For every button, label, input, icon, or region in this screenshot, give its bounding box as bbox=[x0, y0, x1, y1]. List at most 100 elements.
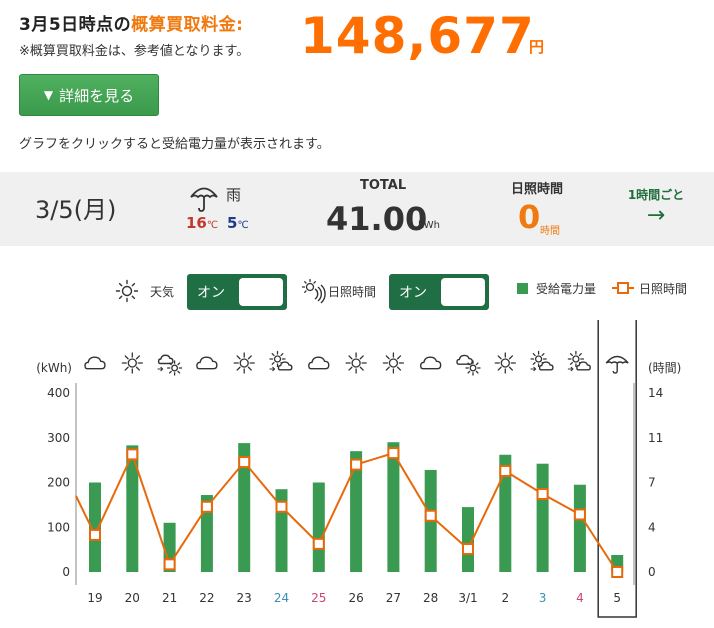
sunshine-toggle[interactable]: オン bbox=[389, 274, 489, 310]
umbrella-icon bbox=[605, 355, 629, 374]
temp-low-value: 5 bbox=[227, 214, 238, 232]
cloud-icon bbox=[419, 356, 442, 370]
title-prefix: 3月5日時点の bbox=[19, 15, 132, 35]
left-axis-label: (kWh) bbox=[36, 361, 72, 375]
left-tick-label: 300 bbox=[47, 431, 70, 445]
cloud-icon bbox=[196, 356, 218, 370]
weather-label: 雨 bbox=[226, 186, 242, 204]
view-details-button[interactable]: ▼ 詳細を見る bbox=[19, 74, 159, 116]
power-bar[interactable] bbox=[312, 482, 325, 573]
left-tick-label: 400 bbox=[47, 386, 70, 400]
legend-bar-label: 受給電力量 bbox=[536, 282, 597, 296]
legend-bar-swatch bbox=[517, 283, 528, 294]
arrow-right-icon: → bbox=[646, 203, 666, 228]
sunshine-duration-icon bbox=[301, 278, 326, 304]
temp-high-value: 16 bbox=[186, 214, 207, 232]
right-tick-label: 11 bbox=[648, 431, 663, 445]
sun-icon bbox=[345, 352, 367, 374]
sunshine-point[interactable] bbox=[611, 566, 624, 578]
left-tick-label: 100 bbox=[47, 520, 70, 534]
right-axis-label: (時間) bbox=[648, 361, 681, 375]
umbrella-icon bbox=[190, 187, 218, 212]
daily-summary-bar: 3/5(月) 雨 16℃ 5℃ TOTAL 41.00 kWh 日照時間 0 時… bbox=[0, 172, 714, 246]
sunshine-point[interactable] bbox=[499, 464, 512, 477]
weather-toggle-label: 天気 bbox=[150, 285, 175, 299]
sunshine-point[interactable] bbox=[424, 509, 437, 522]
daily-chart[interactable]: (kWh) (時間)40030020010001411740 19 20 21 22 23… bbox=[0, 320, 714, 628]
power-bar[interactable] bbox=[573, 484, 586, 572]
total-value: 41.00 bbox=[326, 200, 428, 238]
cloud-icon bbox=[84, 356, 106, 370]
temp-low-unit: ℃ bbox=[237, 220, 249, 231]
power-bar[interactable] bbox=[536, 463, 549, 572]
amount-unit: 円 bbox=[529, 38, 545, 56]
sunshine-point[interactable] bbox=[312, 537, 325, 550]
summary-date: 3/5(月) bbox=[35, 196, 117, 224]
sunshine-point[interactable] bbox=[126, 448, 139, 461]
sunshine-toggle-label: 日照時間 bbox=[328, 285, 377, 299]
sunshine-value: 0 bbox=[518, 198, 541, 236]
hourly-view-label: 1時間ごと bbox=[627, 188, 685, 202]
weather-toggle-state: オン bbox=[197, 285, 225, 301]
view-details-label: 詳細を見る bbox=[59, 86, 135, 105]
x-tick-label: 27 bbox=[386, 591, 401, 605]
cloud-icon bbox=[308, 356, 330, 370]
title-highlight: 概算買取料金: bbox=[131, 15, 244, 35]
sunshine-point[interactable] bbox=[350, 458, 363, 471]
estimated-amount: 148,677 bbox=[300, 7, 535, 65]
sun-icon bbox=[494, 352, 516, 374]
x-tick-label: 19 bbox=[87, 591, 102, 605]
legend-line-label: 日照時間 bbox=[639, 282, 688, 296]
sun-icon bbox=[115, 279, 139, 303]
sunshine-unit: 時間 bbox=[540, 226, 560, 237]
sunshine-label: 日照時間 bbox=[511, 182, 564, 197]
triangle-down-icon: ▼ bbox=[43, 88, 54, 102]
sun-cloud-icon bbox=[269, 350, 293, 372]
hourly-view-link[interactable]: 1時間ごと → bbox=[620, 186, 692, 229]
right-tick-label: 7 bbox=[648, 476, 656, 490]
chart-legend: 天気 オン 日照時間 オン 受給電力量 日照時間 bbox=[0, 272, 714, 312]
sunshine-point[interactable] bbox=[387, 447, 400, 460]
total-unit: kWh bbox=[418, 220, 441, 231]
x-tick-label: 2 bbox=[501, 591, 509, 605]
sunshine-point[interactable] bbox=[536, 488, 549, 501]
sunshine-point[interactable] bbox=[462, 542, 474, 555]
sunshine-point[interactable] bbox=[163, 558, 176, 571]
right-tick-label: 0 bbox=[648, 565, 656, 579]
temp-low: 5℃ bbox=[227, 214, 249, 232]
chart-hint: グラフをクリックすると受給電力量が表示されます。 bbox=[19, 137, 330, 152]
sun-icon bbox=[121, 352, 143, 374]
sunshine-point[interactable] bbox=[200, 500, 213, 513]
sun-icon bbox=[233, 352, 255, 374]
sunshine-point[interactable] bbox=[573, 508, 586, 521]
sun-cloud-icon bbox=[530, 350, 554, 372]
sun-cloud-icon bbox=[567, 350, 591, 372]
x-tick-label: 23 bbox=[237, 591, 252, 605]
x-tick-label: 21 bbox=[162, 591, 177, 605]
page-title: 3月5日時点の概算買取料金: bbox=[19, 10, 243, 35]
sunshine-point[interactable] bbox=[238, 456, 251, 469]
x-tick-label: 24 bbox=[274, 591, 289, 605]
estimate-note: ※概算買取料金は、参考値となります。 bbox=[19, 44, 250, 59]
x-tick-label: 20 bbox=[125, 591, 140, 605]
sun-icon bbox=[382, 352, 405, 374]
x-tick-label: 4 bbox=[576, 591, 584, 605]
sun-rain-icon bbox=[157, 354, 183, 376]
temp-high: 16℃ bbox=[186, 214, 218, 232]
sunshine-toggle-state: オン bbox=[399, 285, 427, 301]
right-tick-label: 14 bbox=[648, 386, 663, 400]
legend-line-swatch bbox=[612, 282, 634, 294]
weather-toggle[interactable]: オン bbox=[187, 274, 287, 310]
sunshine-point[interactable] bbox=[89, 528, 101, 541]
x-tick-label: 25 bbox=[311, 591, 326, 605]
left-tick-label: 200 bbox=[47, 476, 70, 490]
x-tick-label: 3/1 bbox=[458, 591, 477, 605]
total-label: TOTAL bbox=[360, 178, 407, 193]
x-tick-label: 26 bbox=[348, 591, 363, 605]
cloud-sun-icon bbox=[456, 354, 481, 376]
sunshine-point[interactable] bbox=[275, 500, 288, 513]
toggle-knob bbox=[441, 278, 485, 306]
left-tick-label: 0 bbox=[62, 565, 70, 579]
toggle-knob bbox=[239, 278, 283, 306]
x-tick-label: 3 bbox=[539, 591, 547, 605]
